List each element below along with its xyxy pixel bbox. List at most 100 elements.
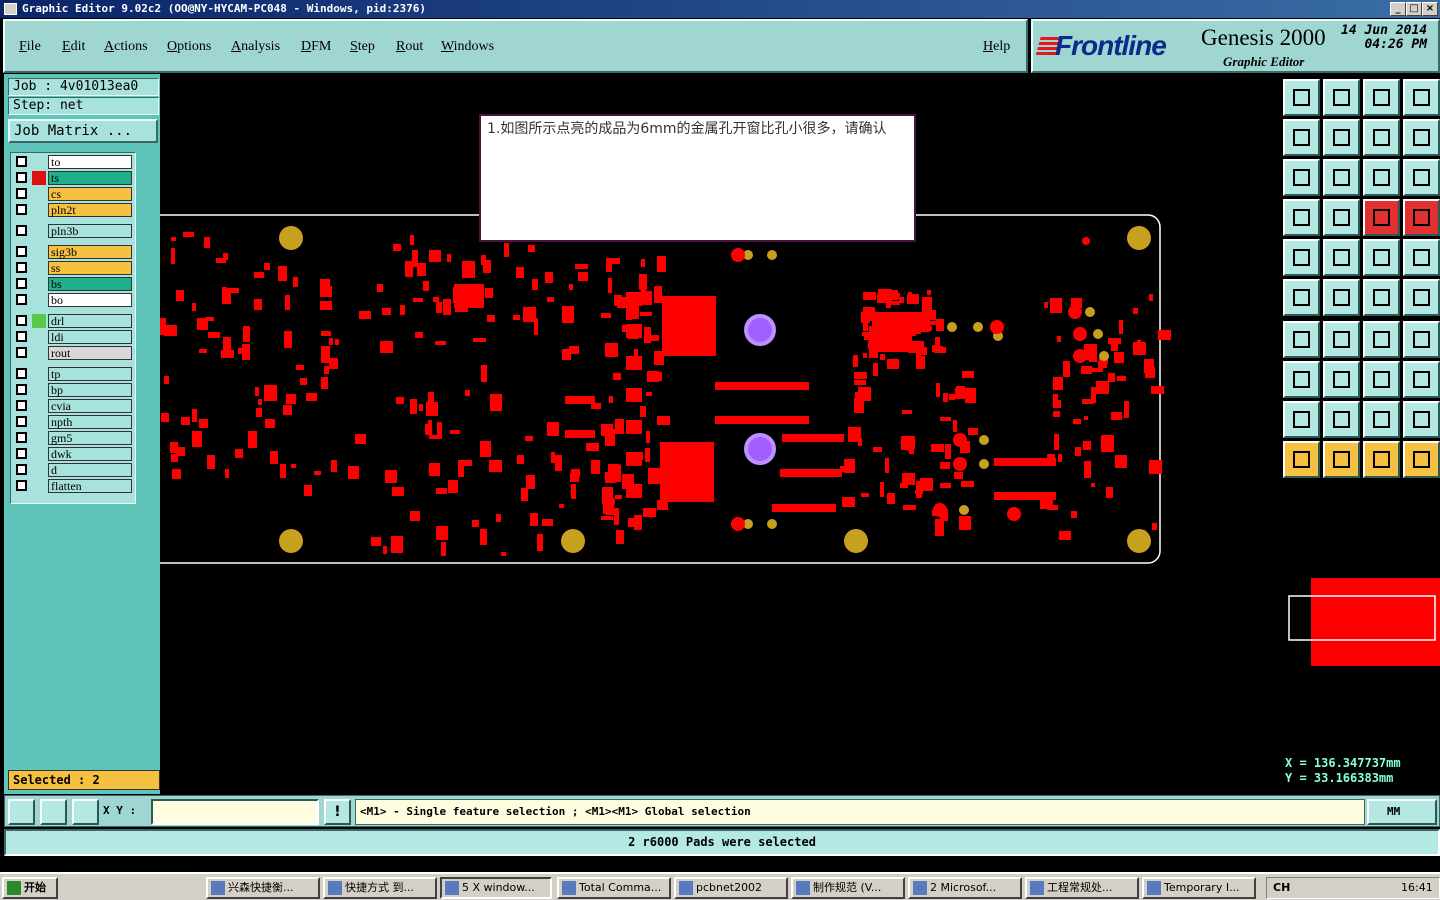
small-pad[interactable]: [959, 516, 971, 530]
small-pad[interactable]: [429, 435, 442, 439]
rotate-icon[interactable]: [1403, 279, 1440, 316]
column-pad[interactable]: [626, 292, 642, 306]
small-pad[interactable]: [329, 338, 333, 345]
small-pad[interactable]: [329, 358, 338, 369]
small-pad[interactable]: [525, 436, 533, 441]
small-pad[interactable]: [450, 430, 460, 434]
small-pad[interactable]: [868, 341, 880, 349]
grid-icon[interactable]: [72, 799, 99, 825]
close-button[interactable]: ×: [1422, 2, 1438, 16]
layer-checkbox[interactable]: [16, 156, 27, 167]
small-pad[interactable]: [608, 464, 620, 476]
small-pad[interactable]: [216, 258, 226, 263]
small-pad[interactable]: [945, 444, 951, 459]
small-pad[interactable]: [1084, 461, 1091, 478]
small-pad[interactable]: [547, 422, 559, 436]
small-pad[interactable]: [917, 316, 929, 332]
small-pad[interactable]: [609, 396, 613, 403]
small-pad[interactable]: [606, 498, 615, 505]
small-pad[interactable]: [164, 325, 177, 336]
plated-hole[interactable]: [767, 250, 777, 260]
small-pad[interactable]: [172, 469, 181, 479]
job-matrix-button[interactable]: Job Matrix ...: [8, 119, 158, 143]
small-pad[interactable]: [204, 237, 210, 248]
small-pad[interactable]: [940, 417, 951, 421]
angle-icon[interactable]: [1283, 321, 1320, 358]
small-pad[interactable]: [472, 520, 479, 527]
small-pad[interactable]: [1059, 531, 1071, 540]
small-pad[interactable]: [286, 394, 296, 404]
round-pad[interactable]: [953, 433, 967, 447]
small-pad[interactable]: [314, 471, 321, 475]
start-button[interactable]: 开始: [2, 877, 58, 899]
move-icon[interactable]: [1363, 279, 1400, 316]
small-pad[interactable]: [551, 452, 555, 463]
undo-icon[interactable]: [1363, 119, 1400, 156]
layer-checkbox[interactable]: [16, 448, 27, 459]
small-pad[interactable]: [437, 422, 442, 437]
small-pad[interactable]: [355, 434, 366, 444]
small-pad[interactable]: [555, 455, 562, 471]
small-pad[interactable]: [278, 266, 287, 281]
taskbar-item[interactable]: 工程常规处...: [1025, 877, 1139, 899]
small-pad[interactable]: [615, 495, 622, 499]
plated-hole[interactable]: [1099, 351, 1109, 361]
units-select[interactable]: MM: [1367, 799, 1437, 825]
graphic-canvas[interactable]: 1.如图所示点亮的成品为6mm的金属孔开窗比孔小很多，请确认: [160, 74, 1281, 794]
small-pad[interactable]: [293, 277, 298, 287]
small-pad[interactable]: [920, 478, 933, 491]
small-pad[interactable]: [496, 514, 501, 522]
small-pad[interactable]: [171, 237, 176, 241]
small-pad[interactable]: [412, 250, 418, 267]
layer-checkbox[interactable]: [16, 384, 27, 395]
small-pad[interactable]: [654, 286, 662, 303]
small-pad[interactable]: [530, 513, 538, 526]
small-pad[interactable]: [887, 301, 900, 305]
small-pad[interactable]: [1053, 377, 1063, 390]
small-pad[interactable]: [968, 428, 978, 435]
window-icon[interactable]: [1403, 79, 1440, 116]
small-pad[interactable]: [481, 365, 487, 382]
layer-row-bs[interactable]: bs: [14, 277, 132, 291]
small-pad[interactable]: [207, 455, 215, 469]
small-pad[interactable]: [643, 508, 656, 517]
small-pad[interactable]: [441, 542, 446, 556]
small-pad[interactable]: [453, 287, 463, 303]
small-pad[interactable]: [935, 519, 944, 536]
small-pad[interactable]: [410, 511, 420, 521]
small-pad[interactable]: [614, 295, 622, 306]
plated-hole[interactable]: [979, 435, 989, 445]
small-pad[interactable]: [487, 315, 495, 322]
small-pad[interactable]: [1044, 302, 1048, 308]
small-pad[interactable]: [877, 293, 882, 303]
layer-row-cvia[interactable]: cvia: [14, 399, 132, 413]
mounting-hole[interactable]: [1127, 529, 1151, 553]
taskbar-item[interactable]: Temporary I...: [1142, 877, 1256, 899]
menu-step[interactable]: Step: [350, 39, 375, 55]
small-pad[interactable]: [254, 272, 264, 278]
small-pad[interactable]: [873, 447, 882, 452]
small-pad[interactable]: [463, 460, 472, 466]
small-pad[interactable]: [426, 402, 438, 416]
plated-hole[interactable]: [959, 505, 969, 515]
small-pad[interactable]: [483, 260, 491, 273]
small-pad[interactable]: [176, 447, 185, 456]
small-pad[interactable]: [489, 460, 502, 472]
small-pad[interactable]: [1040, 494, 1053, 509]
small-pad[interactable]: [526, 475, 535, 489]
small-pad[interactable]: [359, 311, 371, 319]
small-pad[interactable]: [255, 387, 259, 396]
small-pad[interactable]: [433, 297, 439, 302]
small-pad[interactable]: [640, 406, 646, 417]
trace-pad[interactable]: [715, 416, 809, 424]
minimize-button[interactable]: _: [1390, 2, 1406, 16]
layer-row-gm5[interactable]: gm5: [14, 431, 132, 445]
small-pad[interactable]: [348, 466, 359, 479]
round-pad[interactable]: [1073, 327, 1087, 341]
small-pad[interactable]: [1151, 386, 1164, 394]
small-pad[interactable]: [903, 505, 916, 510]
small-pad[interactable]: [192, 303, 196, 311]
small-pad[interactable]: [562, 306, 574, 323]
small-pad[interactable]: [419, 404, 423, 411]
lang-indicator[interactable]: CH: [1273, 881, 1290, 894]
